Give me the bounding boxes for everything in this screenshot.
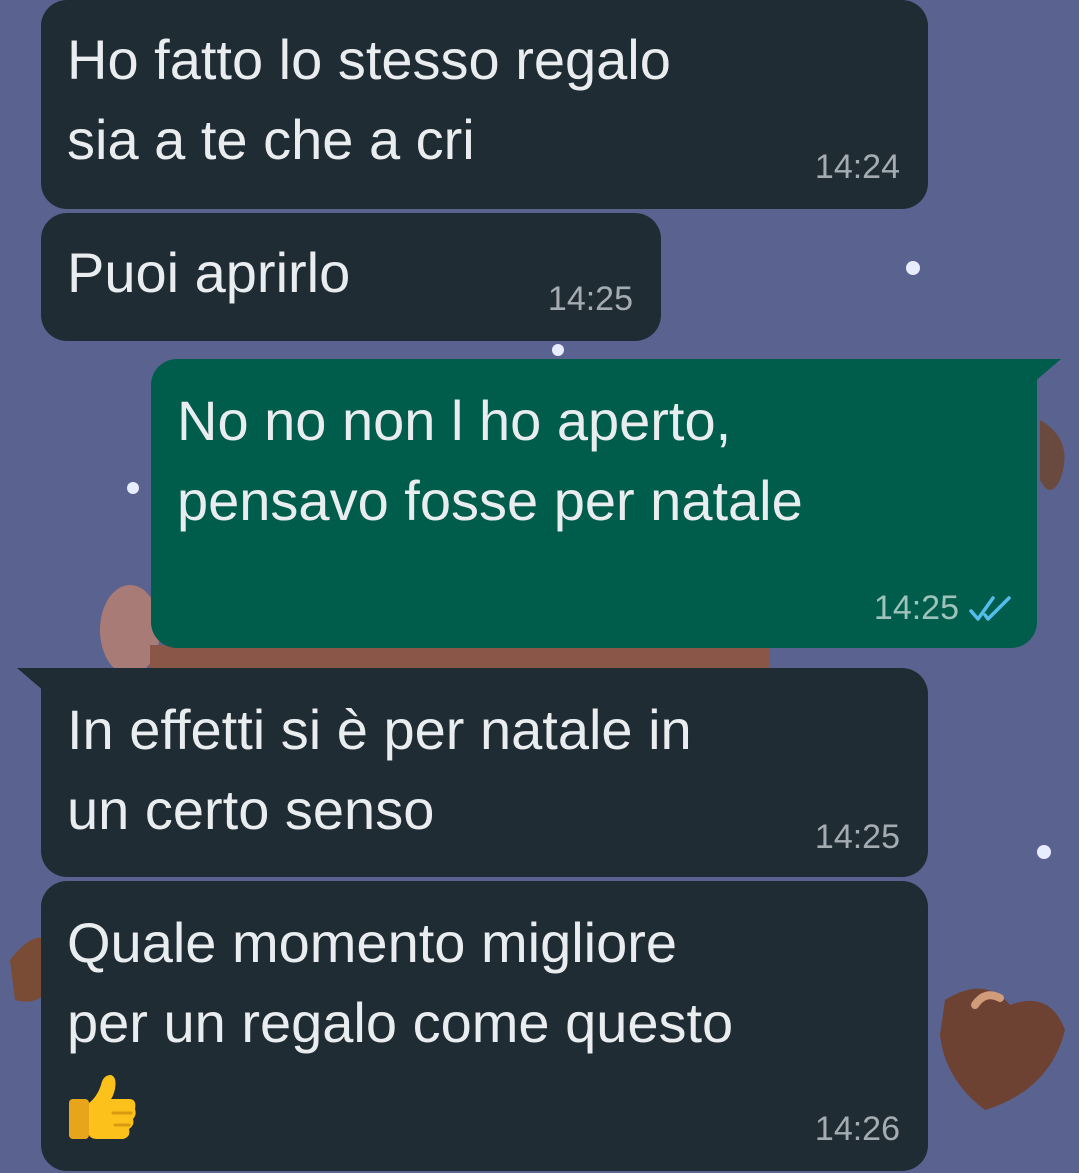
- heart-icon: [940, 988, 1065, 1110]
- message-text: Ho fatto lo stesso regalo sia a te che a…: [67, 28, 671, 171]
- message-bubble-incoming[interactable]: Puoi aprirlo 14:25: [41, 213, 661, 341]
- message-timestamp: 14:26: [814, 1110, 900, 1148]
- cookie-edge-shape: [1040, 420, 1065, 490]
- message-timestamp: 14:24: [814, 148, 900, 186]
- thumbs-up-icon: [67, 1069, 139, 1150]
- message-timestamp: 14:25: [814, 818, 900, 856]
- double-check-read-icon: [969, 595, 1011, 621]
- message-time: 14:25: [874, 589, 1013, 628]
- message-bubble-outgoing[interactable]: No no non l ho aperto, pensavo fosse per…: [151, 359, 1061, 648]
- message-time: 14:26: [815, 1110, 900, 1149]
- message-time: 14:25: [815, 818, 900, 857]
- message-timestamp: 14:25: [547, 280, 633, 318]
- message-time: 14:25: [548, 280, 633, 319]
- message-bubble-incoming[interactable]: In effetti si è per natale in un certo s…: [17, 668, 928, 877]
- message-text: Quale momento migliore per un regalo com…: [67, 911, 734, 1054]
- star-icon: [1037, 845, 1051, 859]
- star-icon: [127, 482, 139, 494]
- star-icon: [906, 261, 920, 275]
- message-time: 14:24: [815, 148, 900, 187]
- star-icon: [552, 344, 564, 356]
- message-bubble-incoming[interactable]: Quale momento migliore per un regalo com…: [41, 881, 928, 1171]
- bubble-tail: [17, 668, 45, 692]
- message-text: Puoi aprirlo: [67, 241, 351, 304]
- message-timestamp: 14:25: [873, 589, 959, 627]
- bubble-tail: [1033, 359, 1061, 383]
- message-bubble-incoming[interactable]: Ho fatto lo stesso regalo sia a te che a…: [41, 0, 928, 209]
- message-text: No no non l ho aperto, pensavo fosse per…: [177, 389, 803, 532]
- message-text: In effetti si è per natale in un certo s…: [67, 698, 692, 841]
